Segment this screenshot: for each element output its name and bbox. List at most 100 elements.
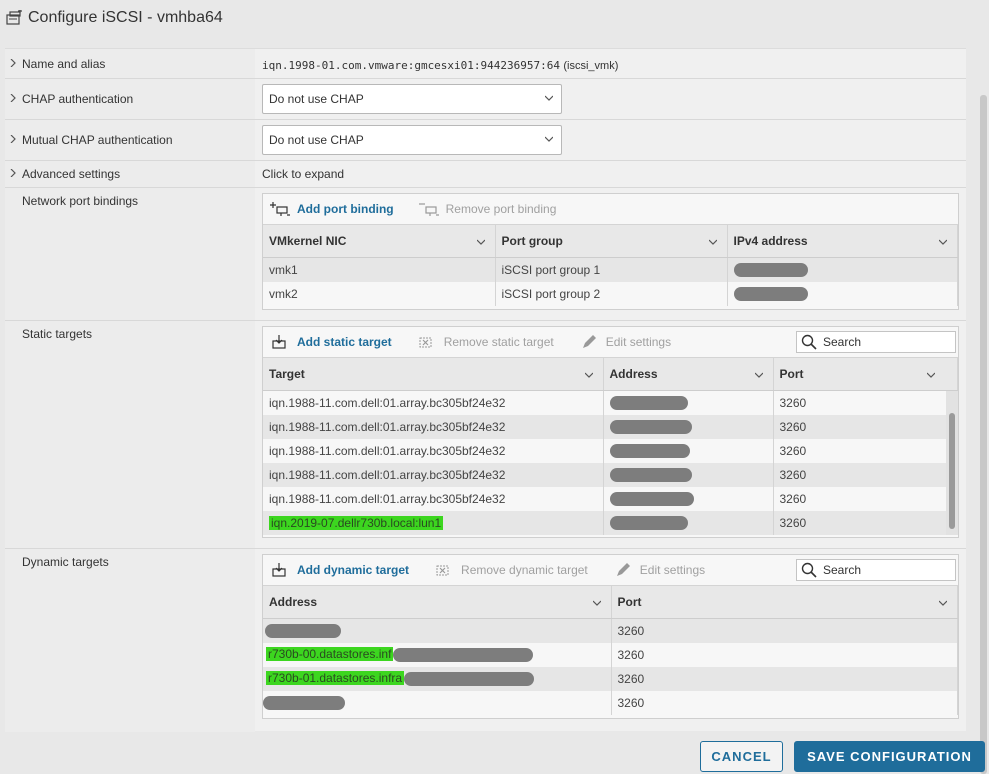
add-dynamic-target-button[interactable]: Add dynamic target [269,562,409,578]
remove-static-target-label: Remove static target [443,335,554,349]
table-row[interactable]: r730b-00.datastores.inf 3260 [263,642,958,667]
add-port-binding-button[interactable]: Add port binding [269,201,394,217]
address-cell [603,486,774,511]
column-target[interactable]: Target [263,357,604,391]
edit-settings-label: Edit settings [639,563,706,577]
mutual-chap-select[interactable]: Do not use CHAP [262,125,562,155]
pencil-icon [578,334,600,350]
table-row[interactable]: 3260 [263,690,958,715]
table-row[interactable]: iqn.1988-11.com.dell:01.array.bc305bf24e… [263,390,958,415]
iqn-name: iqn.1998-01.com.vmware:gmcesxi01:9442369… [262,59,561,72]
chevron-right-icon [9,134,22,146]
redacted-address [609,491,694,506]
port-cell: 3260 [611,618,958,643]
static-table-scrollbar[interactable] [946,391,958,535]
scrollbar-thumb[interactable] [949,413,955,529]
redacted-address [404,671,535,686]
table-row[interactable]: iqn.1988-11.com.dell:01.array.bc305bf24e… [263,462,958,487]
static-search-input[interactable]: Search [796,331,956,353]
chevron-right-icon [9,168,22,180]
column-label: Address [269,595,318,609]
name-alias-label: Name and alias [22,57,106,71]
table-row[interactable]: vmk2 iSCSI port group 2 [263,281,958,306]
chevron-down-icon [927,372,935,378]
chevron-right-icon [9,58,22,70]
chap-label: CHAP authentication [22,92,134,106]
redacted-address [609,419,692,434]
remove-port-binding-label: Remove port binding [445,202,557,216]
static-target-panel: Add static target Remove static target E… [262,326,959,538]
name-alias-value: iqn.1998-01.com.vmware:gmcesxi01:9442369… [262,58,618,72]
column-port-group[interactable]: Port group [495,224,728,258]
add-binding-icon [269,201,291,217]
redacted-address [609,396,688,411]
column-label: VMkernel NIC [269,234,347,248]
cancel-button[interactable]: CANCEL [700,741,783,772]
address-cell: r730b-01.datastores.infra [263,666,612,691]
column-ipv4-address[interactable]: IPv4 address [727,224,958,258]
edit-settings-label: Edit settings [605,335,672,349]
redacted-address [609,467,692,482]
chap-expander[interactable]: CHAP authentication [9,92,133,106]
table-row[interactable]: iqn.2019-07.dellr730b.local:lun1 3260 [263,510,958,535]
save-configuration-button[interactable]: SAVE CONFIGURATION [794,741,985,772]
row-name-alias: Name and alias iqn.1998-01.com.vmware:gm… [5,49,966,79]
address-cell [603,438,774,463]
table-row[interactable]: iqn.1988-11.com.dell:01.array.bc305bf24e… [263,438,958,463]
column-port[interactable]: Port [611,585,958,619]
address-cell: r730b-00.datastores.inf [263,642,612,667]
chap-select[interactable]: Do not use CHAP [262,84,562,114]
column-address[interactable]: Address [603,357,774,391]
dynamic-target-table: Address Port 3260 r730b-00.datastores.in… [263,585,958,715]
redacted-address [733,286,808,301]
address-cell [603,510,774,535]
cancel-label: CANCEL [711,749,772,764]
column-label: Port group [501,234,563,248]
table-row[interactable]: 3260 [263,618,958,643]
table-row[interactable]: iqn.1988-11.com.dell:01.array.bc305bf24e… [263,486,958,511]
add-port-binding-label: Add port binding [297,202,394,216]
click-to-expand[interactable]: Click to expand [262,167,344,181]
dialog-scrollbar[interactable] [980,95,987,774]
address-cell [603,414,774,439]
column-label: Port [779,367,804,381]
port-bindings-label: Network port bindings [22,194,139,208]
table-row[interactable]: iqn.1988-11.com.dell:01.array.bc305bf24e… [263,414,958,439]
table-row[interactable]: vmk1 iSCSI port group 1 [263,257,958,282]
port-cell: 3260 [611,666,958,691]
target-cell: iqn.1988-11.com.dell:01.array.bc305bf24e… [263,438,604,463]
ipv4-cell [727,281,958,306]
redacted-address [393,647,534,662]
column-port[interactable]: Port [773,357,958,391]
port-cell: 3260 [773,438,958,463]
nic-cell: vmk2 [263,281,496,306]
column-vmkernel-nic[interactable]: VMkernel NIC [263,224,496,258]
add-static-target-label: Add static target [297,335,392,349]
edit-settings-button[interactable]: Edit settings [578,334,671,350]
add-static-target-button[interactable]: Add static target [269,334,392,350]
target-cell: iqn.1988-11.com.dell:01.array.bc305bf24e… [263,486,604,511]
mutual-chap-expander[interactable]: Mutual CHAP authentication [9,133,173,147]
target-cell: iqn.1988-11.com.dell:01.array.bc305bf24e… [263,390,604,415]
name-alias-expander[interactable]: Name and alias [9,57,105,71]
remove-dynamic-target-button[interactable]: Remove dynamic target [433,562,588,578]
highlighted-target: iqn.2019-07.dellr730b.local:lun1 [269,515,444,530]
address-cell [603,390,774,415]
search-placeholder: Search [823,335,862,349]
column-address[interactable]: Address [263,585,612,619]
table-row[interactable]: r730b-01.datastores.infra 3260 [263,666,958,691]
remove-port-binding-button[interactable]: Remove port binding [418,201,557,217]
dynamic-search-input[interactable]: Search [796,559,956,581]
redacted-address [609,515,688,530]
redacted-address [263,695,345,710]
advanced-expander[interactable]: Advanced settings [9,167,120,181]
chevron-down-icon [584,372,593,378]
remove-static-target-button[interactable]: Remove static target [416,334,554,350]
edit-settings-button[interactable]: Edit settings [612,562,705,578]
address-cell [263,690,612,715]
settings-content: Name and alias iqn.1998-01.com.vmware:gm… [5,48,966,732]
row-dynamic-targets: Dynamic targets Add dynamic target Remov… [5,549,966,732]
chevron-down-icon [545,136,553,142]
add-icon [269,562,291,578]
highlighted-address: r730b-01.datastores.infra [266,671,405,686]
